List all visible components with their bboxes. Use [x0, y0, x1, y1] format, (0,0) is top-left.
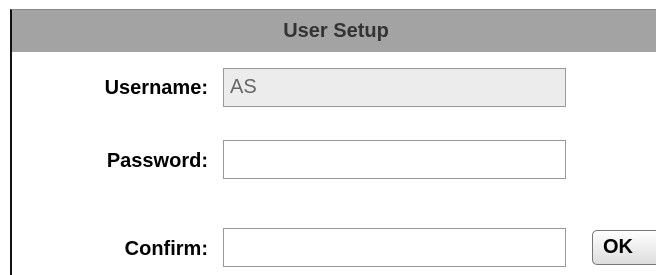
- password-label: Password:: [106, 150, 208, 172]
- confirm-password-field[interactable]: [223, 228, 566, 267]
- confirm-label: Confirm:: [124, 238, 208, 260]
- password-field[interactable]: [223, 140, 566, 179]
- dialog-title: User Setup: [12, 10, 656, 52]
- username-field[interactable]: [223, 68, 566, 107]
- ok-button[interactable]: OK: [592, 230, 656, 265]
- user-setup-panel: User Setup Username: Password: Confirm: …: [10, 9, 656, 275]
- username-label: Username:: [104, 77, 208, 99]
